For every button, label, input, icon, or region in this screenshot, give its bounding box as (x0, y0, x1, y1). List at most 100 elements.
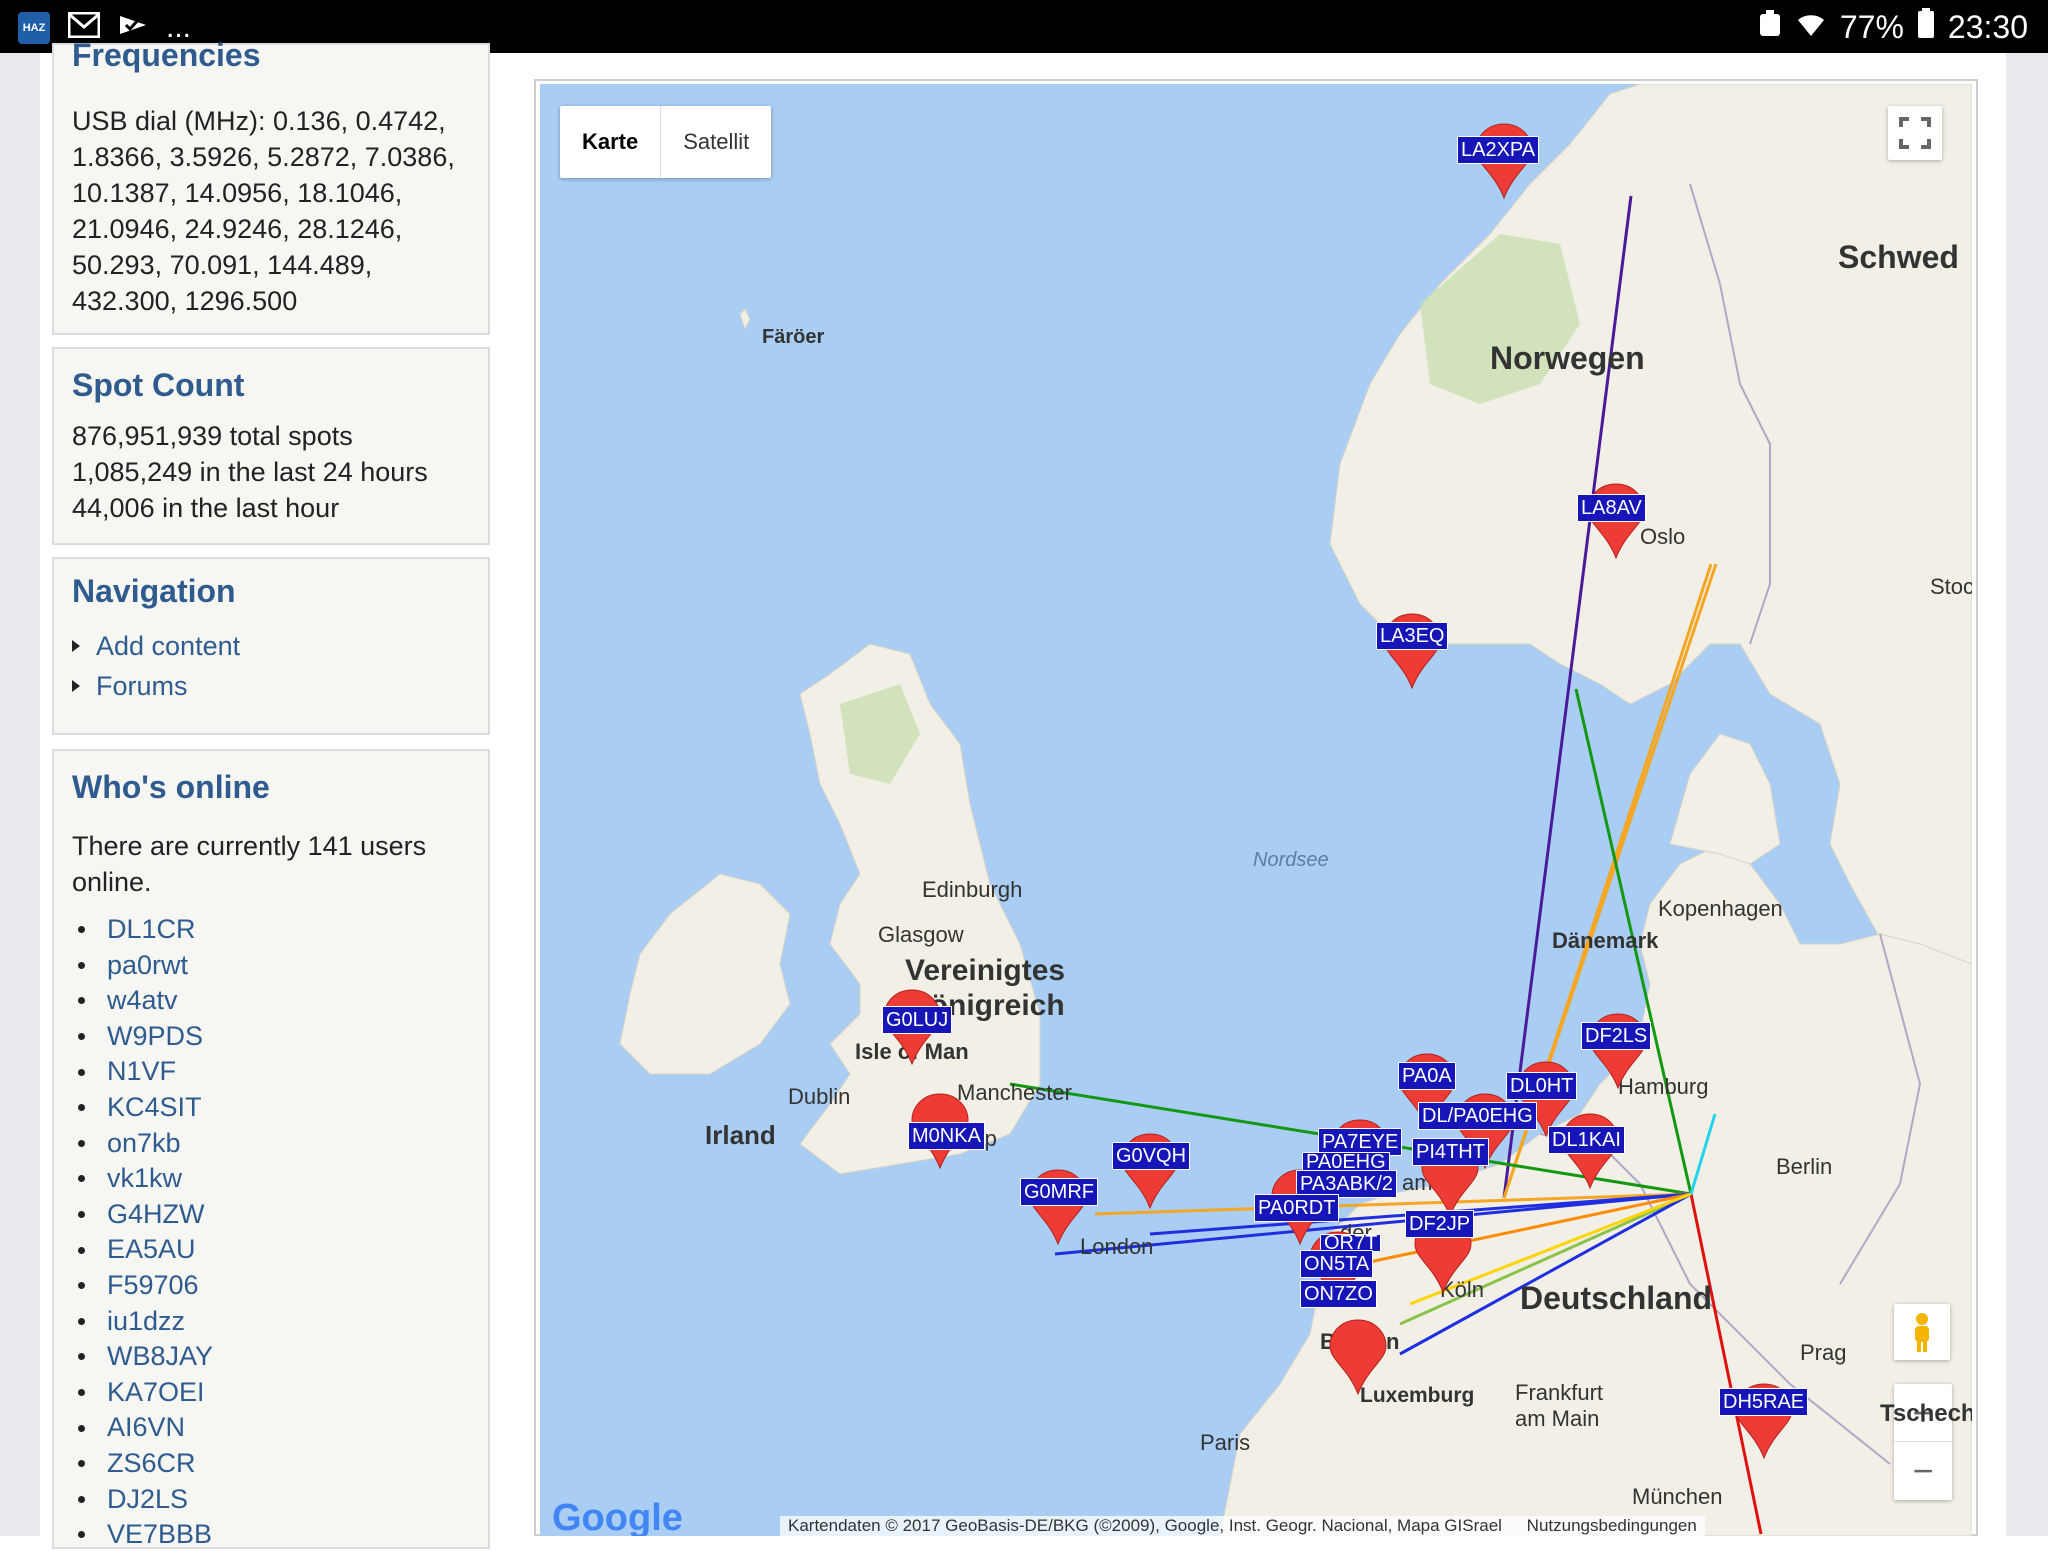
station-label[interactable]: ON5TA (1300, 1250, 1374, 1278)
place-label: Prag (1800, 1340, 1847, 1365)
station-label[interactable]: G0MRF (1020, 1178, 1098, 1206)
ireland-land (619, 873, 791, 1075)
bullet-icon (78, 1175, 85, 1183)
place-label: Berlin (1776, 1154, 1833, 1179)
station-label[interactable]: LA2XPA (1457, 136, 1540, 164)
bullet-icon (78, 1389, 85, 1397)
online-user[interactable]: iu1dzz (72, 1304, 470, 1340)
bullet-icon (78, 1033, 85, 1041)
online-user[interactable]: F59706 (72, 1268, 470, 1304)
online-user[interactable]: KC4SIT (72, 1090, 470, 1126)
bullet-icon (78, 1531, 85, 1539)
fullscreen-button[interactable] (1888, 106, 1942, 160)
bullet-icon (78, 1211, 85, 1219)
user-link[interactable]: iu1dzz (107, 1304, 185, 1340)
station-label[interactable]: DF2JP (1405, 1210, 1475, 1238)
bullet-icon (78, 1317, 85, 1325)
user-link[interactable]: N1VF (107, 1054, 176, 1090)
online-user[interactable]: EA5AU (72, 1232, 470, 1268)
station-label[interactable]: DL1KAI (1548, 1126, 1625, 1154)
terms-link[interactable]: Nutzungsbedingungen (1527, 1516, 1697, 1535)
frequency-line: 21.0946, 24.9246, 28.1246, (72, 214, 403, 244)
nav-add-content[interactable]: Add content (72, 626, 470, 666)
online-user[interactable]: G4HZW (72, 1197, 470, 1233)
online-user[interactable]: vk1kw (72, 1161, 470, 1197)
whos-online-title: Who's online (72, 769, 270, 805)
user-link[interactable]: KA7OEI (107, 1375, 205, 1411)
user-link[interactable]: AI6VN (107, 1410, 185, 1446)
street-view-button[interactable] (1894, 1304, 1950, 1360)
bullet-icon (78, 1495, 85, 1503)
user-link[interactable]: EA5AU (107, 1232, 196, 1268)
battery-icon (1917, 8, 1934, 46)
user-link[interactable]: W9PDS (107, 1019, 203, 1055)
frequency-line: 50.293, 70.091, 144.489, (72, 250, 373, 280)
bullet-icon (78, 1104, 85, 1112)
station-label[interactable]: PA0RDT (1254, 1194, 1340, 1222)
pegman-icon (1915, 1313, 1929, 1352)
user-link[interactable]: on7kb (107, 1126, 181, 1162)
place-label: Dänemark (1552, 928, 1659, 953)
map-type-satellit[interactable]: Satellit (661, 106, 771, 178)
online-user[interactable]: N1VF (72, 1054, 470, 1090)
zoom-out-button[interactable]: − (1894, 1442, 1952, 1500)
user-link[interactable]: WB8JAY (107, 1339, 213, 1375)
spot-map[interactable]: Karte Satellit + − Färöer Norwegen Schwe… (540, 84, 1972, 1536)
online-user[interactable]: pa0rwt (72, 948, 470, 984)
station-label[interactable]: DH5RAE (1719, 1388, 1809, 1416)
online-user[interactable]: DJ2LS (72, 1482, 470, 1518)
user-link[interactable]: G4HZW (107, 1197, 205, 1233)
station-label[interactable]: PI4THT (1412, 1138, 1489, 1166)
station-label[interactable]: PA0A (1398, 1062, 1456, 1090)
place-label: Schwed (1838, 239, 1959, 275)
google-logo-text: Google (552, 1497, 683, 1536)
station-label[interactable]: PA0EHG (1302, 1152, 1390, 1172)
map-type-toggle[interactable]: Karte Satellit (560, 106, 772, 178)
clock: 23:30 (1947, 8, 2028, 45)
user-link[interactable]: VE7BBB (107, 1517, 212, 1553)
user-link[interactable]: KC4SIT (107, 1090, 202, 1126)
online-user[interactable]: on7kb (72, 1126, 470, 1162)
online-count-text: There are currently 141 users (72, 831, 427, 861)
station-label[interactable]: LA3EQ (1376, 622, 1449, 650)
frequency-line: USB dial (MHz): 0.136, 0.4742, (72, 106, 446, 136)
bullet-icon (78, 1282, 85, 1290)
place-label: Stoc (1930, 574, 1972, 599)
station-label[interactable]: G0VQH (1112, 1142, 1191, 1170)
station-label[interactable]: DF2LS (1581, 1022, 1652, 1050)
station-label[interactable]: M0NKA (908, 1122, 985, 1150)
online-user[interactable]: ZS6CR (72, 1446, 470, 1482)
user-link[interactable]: DJ2LS (107, 1482, 188, 1518)
nav-item-label[interactable]: Forums (96, 666, 188, 706)
user-link[interactable]: vk1kw (107, 1161, 182, 1197)
place-label: Dublin (788, 1084, 851, 1109)
station-label[interactable]: DL0HT (1506, 1072, 1578, 1100)
place-label: Nordsee (1253, 849, 1329, 871)
online-user[interactable]: W9PDS (72, 1019, 470, 1055)
online-user[interactable]: VE7BBB (72, 1517, 470, 1553)
user-link[interactable]: ZS6CR (107, 1446, 196, 1482)
bullet-triangle-icon (72, 680, 80, 692)
station-label[interactable]: DL/PA0EHG (1418, 1102, 1537, 1130)
map-canvas (619, 84, 1972, 1536)
place-label: Isle of Man (855, 1039, 969, 1064)
online-user[interactable]: w4atv (72, 983, 470, 1019)
user-link[interactable]: DL1CR (107, 912, 196, 948)
online-user[interactable]: WB8JAY (72, 1339, 470, 1375)
user-link[interactable]: F59706 (107, 1268, 199, 1304)
station-label[interactable]: G0LUJ (882, 1006, 953, 1034)
nav-item-label[interactable]: Add content (96, 626, 240, 666)
user-link[interactable]: pa0rwt (107, 948, 188, 984)
nav-forums[interactable]: Forums (72, 666, 470, 706)
frequencies-title: Frequencies (72, 37, 261, 73)
spot-count-line: 44,006 in the last hour (72, 493, 340, 523)
online-user[interactable]: DL1CR (72, 912, 470, 948)
map-type-karte[interactable]: Karte (560, 106, 662, 178)
place-label: Vereinigtes (905, 954, 1066, 987)
online-user[interactable]: KA7OEI (72, 1375, 470, 1411)
bullet-triangle-icon (72, 640, 80, 652)
user-link[interactable]: w4atv (107, 983, 178, 1019)
station-label[interactable]: LA8AV (1577, 494, 1646, 522)
station-label[interactable]: ON7ZO (1300, 1280, 1377, 1308)
online-user[interactable]: AI6VN (72, 1410, 470, 1446)
